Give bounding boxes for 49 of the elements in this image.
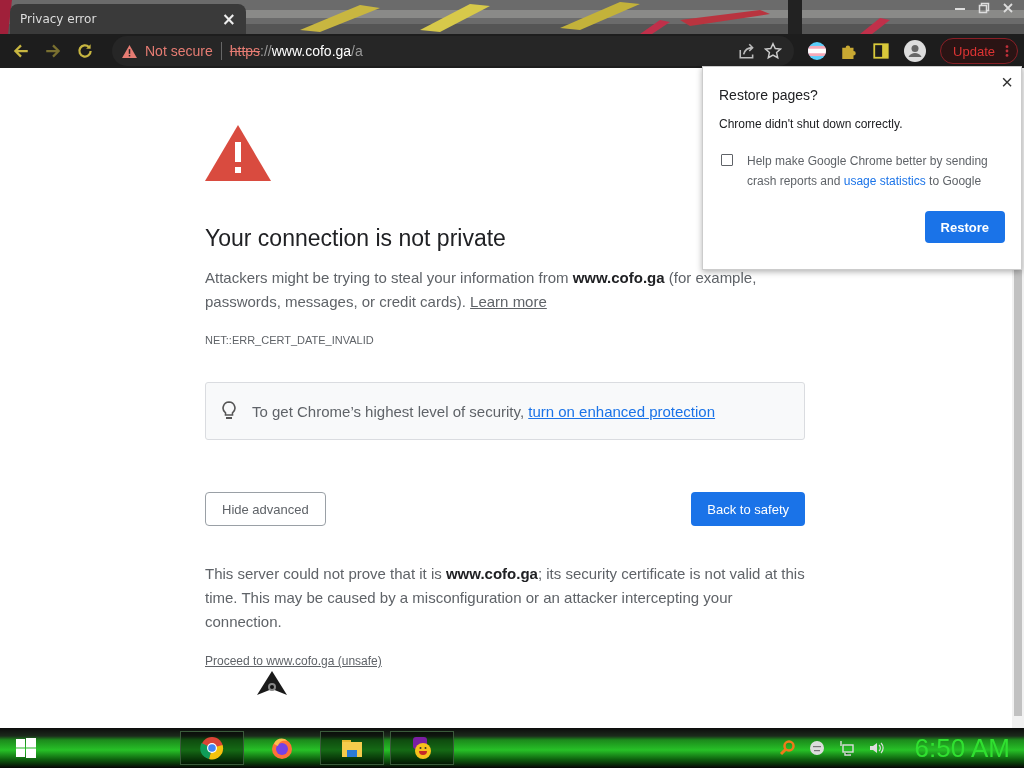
checkbox[interactable]	[721, 154, 733, 166]
profile-icon[interactable]	[904, 40, 927, 62]
dialog-title: Restore pages?	[719, 87, 819, 103]
lightbulb-icon	[222, 401, 236, 421]
browser-tab[interactable]: Privacy error ×	[10, 4, 246, 34]
usage-statistics-link[interactable]: usage statistics	[843, 174, 926, 188]
reload-icon[interactable]	[76, 42, 94, 60]
proceed-link[interactable]: Proceed to www.cofo.ga (unsafe)	[205, 654, 382, 668]
taskbar-button[interactable]	[320, 731, 384, 765]
windows-icon[interactable]	[16, 738, 36, 758]
heading: Your connection is not private	[205, 225, 507, 252]
dialog-message: Chrome didn't shut down correctly.	[719, 117, 904, 131]
star-icon[interactable]	[764, 42, 783, 60]
share-icon[interactable]	[738, 42, 757, 60]
taskbar-button[interactable]	[390, 731, 454, 765]
taskbar-button[interactable]	[180, 731, 244, 765]
flag-icon[interactable]	[808, 42, 827, 60]
hide-advanced-button[interactable]: Hide advanced	[205, 492, 326, 526]
close-icon[interactable]: ×	[221, 10, 236, 28]
paragraph: This server could not prove that it is www.cofo.ga; its security certificate is not valid at this time. This may be caused by a misconfiguration or an attacker intercepting your connection.	[205, 564, 805, 632]
checkbox-label: Help make Google Chrome better by sending crash reports and usage statistics to Google	[747, 153, 989, 190]
learn-more-link[interactable]: Learn more	[470, 293, 547, 310]
url-text[interactable]: https://www.cofo.ga/a	[229, 43, 363, 59]
warning-icon	[122, 44, 137, 58]
close-icon[interactable]: ×	[1001, 71, 1013, 94]
chrome-icon	[200, 736, 224, 760]
forward-icon[interactable]	[44, 42, 62, 60]
cursor-icon	[257, 671, 287, 697]
warning-icon	[205, 125, 271, 181]
tab-title: Privacy error	[20, 12, 97, 26]
restore-button[interactable]: Restore	[924, 211, 1005, 243]
messenger-icon	[410, 736, 434, 760]
network-icon[interactable]	[838, 740, 855, 756]
security-status[interactable]: Not secure	[145, 43, 213, 59]
enhanced-protection-link[interactable]: turn on enhanced protection	[528, 402, 716, 420]
speaker-icon[interactable]	[868, 740, 885, 756]
restore-icon[interactable]	[978, 2, 990, 14]
back-icon[interactable]	[12, 42, 30, 60]
tip-text: To get Chrome’s highest level of security, turn on enhanced protection	[252, 402, 716, 420]
browser-icon	[270, 736, 294, 760]
paragraph: Attackers might be trying to steal your information from www.cofo.ga (for example, passwords, messages, or credit cards). Learn more	[205, 268, 758, 312]
side-panel-icon[interactable]	[872, 42, 891, 60]
update-button[interactable]: Update	[940, 38, 1018, 64]
address-bar[interactable]: Not secure https://www.cofo.ga/a	[112, 36, 795, 66]
error-code: NET::ERR_CERT_DATE_INVALID	[205, 334, 375, 346]
close-icon[interactable]	[1002, 2, 1014, 14]
menu-icon[interactable]	[1005, 44, 1009, 58]
emoji-icon[interactable]	[808, 740, 825, 756]
back-to-safety-button[interactable]: Back to safety	[691, 492, 805, 526]
